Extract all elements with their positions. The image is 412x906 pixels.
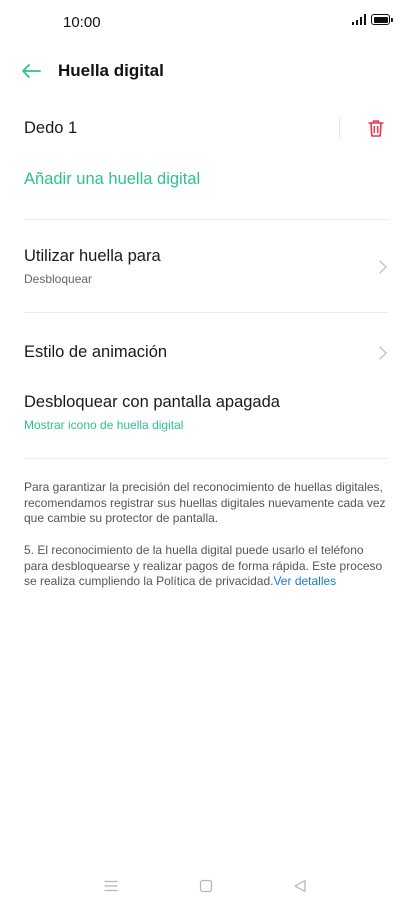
battery-icon xyxy=(371,14,393,25)
trash-icon xyxy=(368,119,384,137)
screen-off-unlock-item[interactable]: Desbloquear con pantalla apagada Mostrar… xyxy=(24,393,388,432)
divider xyxy=(24,312,388,313)
screen-off-unlock-title: Desbloquear con pantalla apagada xyxy=(24,393,280,411)
add-fingerprint-button[interactable]: Añadir una huella digital xyxy=(24,170,388,189)
chevron-right-icon xyxy=(379,260,387,274)
chevron-right-icon xyxy=(379,346,387,360)
status-time: 10:00 xyxy=(63,14,101,31)
delete-fingerprint-button[interactable] xyxy=(365,116,387,140)
recent-apps-button[interactable] xyxy=(101,876,121,896)
animation-style-title: Estilo de animación xyxy=(24,343,168,361)
home-icon xyxy=(199,879,213,893)
status-icons xyxy=(351,14,393,25)
signal-icon xyxy=(351,14,366,25)
animation-style-item[interactable]: Estilo de animación xyxy=(24,343,388,362)
back-nav-button[interactable] xyxy=(290,876,310,896)
screen-off-unlock-subtitle: Mostrar icono de huella digital xyxy=(24,418,184,432)
app-bar: Huella digital xyxy=(0,50,412,92)
menu-icon xyxy=(104,880,118,892)
status-bar: 10:00 xyxy=(0,0,412,46)
vertical-divider xyxy=(339,117,340,139)
info-paragraph: Para garantizar la precisión del reconoc… xyxy=(24,480,386,525)
fingerprint-name: Dedo 1 xyxy=(24,119,78,137)
use-fingerprint-title: Utilizar huella para xyxy=(24,247,161,265)
home-button[interactable] xyxy=(196,876,216,896)
page-title: Huella digital xyxy=(58,61,164,80)
privacy-info-paragraph: 5. El reconocimiento de la huella digita… xyxy=(24,543,390,590)
use-fingerprint-for-item[interactable]: Utilizar huella para Desbloquear xyxy=(24,247,388,286)
navigation-bar xyxy=(0,866,412,906)
back-button[interactable] xyxy=(18,58,44,84)
divider xyxy=(24,458,388,459)
see-details-link[interactable]: Ver detalles xyxy=(273,574,336,588)
add-fingerprint-label: Añadir una huella digital xyxy=(24,170,201,188)
arrow-left-icon xyxy=(22,64,41,78)
use-fingerprint-value: Desbloquear xyxy=(24,272,93,286)
divider xyxy=(24,219,388,220)
fingerprint-item[interactable]: Dedo 1 xyxy=(24,117,388,141)
back-triangle-icon xyxy=(294,879,306,893)
